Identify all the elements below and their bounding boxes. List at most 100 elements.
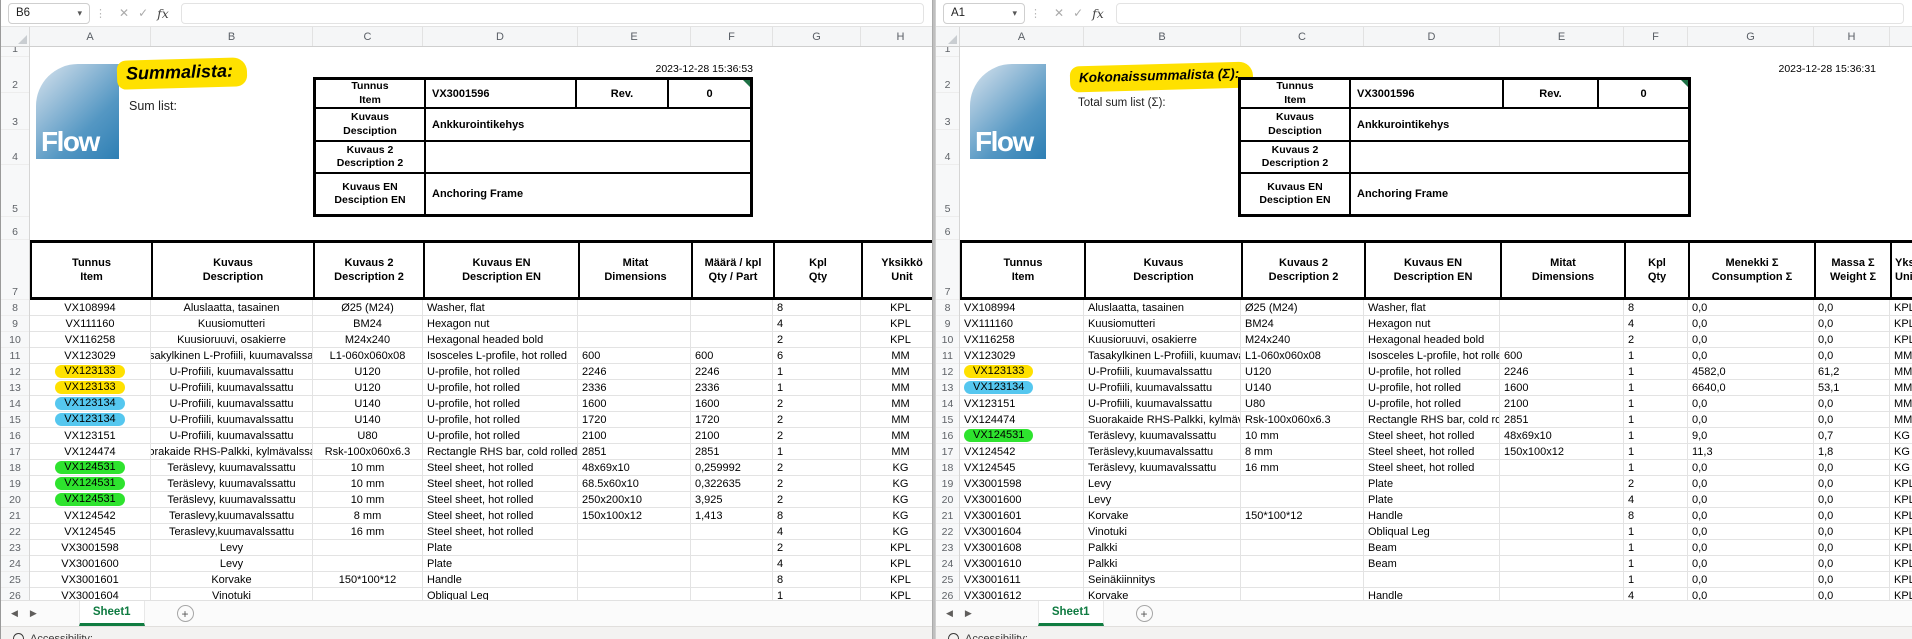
cell[interactable]: KPL xyxy=(1890,332,1912,348)
cell[interactable]: Plate xyxy=(423,556,578,572)
cell[interactable]: Teräslevy, kuumavalssattu xyxy=(151,476,313,492)
cell[interactable]: VX123133 xyxy=(960,364,1084,380)
cell[interactable]: Teräslevy, kuumavalssattu xyxy=(151,492,313,508)
cell[interactable]: Obliqual Leg xyxy=(423,588,578,600)
cell[interactable]: 1 xyxy=(773,380,861,396)
cell[interactable]: Ø25 (M24) xyxy=(313,300,423,316)
cell[interactable]: MM xyxy=(861,364,932,380)
cell[interactable] xyxy=(691,540,773,556)
cell[interactable]: 68.5x60x10 xyxy=(578,476,691,492)
column-letter-H[interactable]: H xyxy=(861,27,933,46)
cell[interactable]: 1600 xyxy=(1500,380,1624,396)
row-number-18[interactable]: 18 xyxy=(1,460,29,476)
cell[interactable]: KG xyxy=(861,476,932,492)
cell[interactable] xyxy=(578,588,691,600)
cell[interactable]: 1 xyxy=(1624,556,1688,572)
row-number-2[interactable]: 2 xyxy=(936,57,959,93)
cell[interactable] xyxy=(578,300,691,316)
cell[interactable]: 150x100x12 xyxy=(578,508,691,524)
cell[interactable]: VX116258 xyxy=(30,332,151,348)
column-letter-C[interactable]: C xyxy=(313,27,423,46)
cell[interactable]: 1 xyxy=(773,364,861,380)
cell[interactable] xyxy=(1241,540,1364,556)
cell[interactable]: 0,0 xyxy=(1688,460,1814,476)
row-number-14[interactable]: 14 xyxy=(1,396,29,412)
cell[interactable]: VX123133 xyxy=(30,380,151,396)
cell[interactable]: U-Profiili, kuumavalssattu xyxy=(1084,396,1241,412)
cell[interactable]: VX108994 xyxy=(30,300,151,316)
cell[interactable] xyxy=(1500,332,1624,348)
cell[interactable]: 10 mm xyxy=(313,492,423,508)
cell[interactable]: 8 xyxy=(773,572,861,588)
cell[interactable]: Washer, flat xyxy=(423,300,578,316)
cell[interactable]: 48x69x10 xyxy=(578,460,691,476)
cell[interactable]: 0,0 xyxy=(1688,332,1814,348)
cell[interactable]: 2 xyxy=(773,332,861,348)
cell[interactable]: Suorakaide RHS-Palkki, kylmävalssattu xyxy=(151,444,313,460)
header-cell[interactable]: Kpl Qty xyxy=(775,243,863,297)
cell[interactable]: KPL xyxy=(861,540,932,556)
row-number-10[interactable]: 10 xyxy=(936,332,959,348)
cell[interactable]: 1 xyxy=(1624,444,1688,460)
cell[interactable]: VX124545 xyxy=(960,460,1084,476)
row-number-24[interactable]: 24 xyxy=(936,556,959,572)
header-cell[interactable]: Menekki Σ Consumption Σ xyxy=(1690,243,1816,297)
cell[interactable]: 8 mm xyxy=(1241,444,1364,460)
row-number-7[interactable]: 7 xyxy=(1,240,29,300)
cell[interactable]: Rectangle RHS bar, cold rolled xyxy=(423,444,578,460)
cell[interactable] xyxy=(1500,524,1624,540)
cell[interactable]: MM xyxy=(861,428,932,444)
cell[interactable]: Isosceles L-profile, hot rolled xyxy=(1364,348,1500,364)
cell[interactable]: Seinäkiinnitys xyxy=(1084,572,1241,588)
row-number-19[interactable]: 19 xyxy=(1,476,29,492)
cell[interactable]: Steel sheet, hot rolled xyxy=(423,524,578,540)
row-number-4[interactable]: 4 xyxy=(1,130,29,165)
cell[interactable]: 2 xyxy=(773,396,861,412)
column-letter-F[interactable]: F xyxy=(691,27,773,46)
cell[interactable]: 4 xyxy=(773,524,861,540)
cell[interactable]: 1 xyxy=(1624,412,1688,428)
cell[interactable]: 1 xyxy=(1624,572,1688,588)
cell[interactable] xyxy=(578,556,691,572)
cell[interactable]: L1-060x060x08 xyxy=(313,348,423,364)
cell[interactable]: 2100 xyxy=(691,428,773,444)
row-number-13[interactable]: 13 xyxy=(1,380,29,396)
cell[interactable]: KPL xyxy=(861,316,932,332)
row-number-18[interactable]: 18 xyxy=(936,460,959,476)
cell[interactable]: U120 xyxy=(1241,364,1364,380)
cell[interactable]: MM xyxy=(1890,364,1912,380)
cell[interactable]: 4 xyxy=(773,316,861,332)
row-number-19[interactable]: 19 xyxy=(936,476,959,492)
header-cell[interactable]: Mitat Dimensions xyxy=(1502,243,1626,297)
cell[interactable]: VX124545 xyxy=(30,524,151,540)
cell[interactable]: 1600 xyxy=(578,396,691,412)
cell[interactable]: 0,0 xyxy=(1688,508,1814,524)
cell[interactable]: Hexagon nut xyxy=(423,316,578,332)
cell[interactable] xyxy=(578,572,691,588)
row-number-5[interactable]: 5 xyxy=(1,165,29,217)
cell[interactable]: 8 mm xyxy=(313,508,423,524)
cell[interactable]: U-profile, hot rolled xyxy=(423,364,578,380)
cell[interactable]: MM xyxy=(861,412,932,428)
cell[interactable]: U140 xyxy=(1241,380,1364,396)
cell[interactable]: 1 xyxy=(1624,540,1688,556)
cell[interactable]: 2 xyxy=(1624,476,1688,492)
cell[interactable]: 53,1 xyxy=(1814,380,1890,396)
cell[interactable]: Plate xyxy=(1364,492,1500,508)
cell[interactable]: Hexagonal headed bold xyxy=(1364,332,1500,348)
cell[interactable]: KG xyxy=(861,460,932,476)
cell[interactable]: L1-060x060x08 xyxy=(1241,348,1364,364)
cell[interactable]: VX3001601 xyxy=(960,508,1084,524)
row-number-23[interactable]: 23 xyxy=(1,540,29,556)
cell[interactable]: Isosceles L-profile, hot rolled xyxy=(423,348,578,364)
cell[interactable]: MM xyxy=(1890,348,1912,364)
cell[interactable]: MM xyxy=(1890,380,1912,396)
cell[interactable]: KG xyxy=(861,508,932,524)
cell[interactable]: 2 xyxy=(773,412,861,428)
row-number-14[interactable]: 14 xyxy=(936,396,959,412)
row-number-17[interactable]: 17 xyxy=(1,444,29,460)
row-number-21[interactable]: 21 xyxy=(936,508,959,524)
row-number-8[interactable]: 8 xyxy=(936,300,959,316)
row-number-2[interactable]: 2 xyxy=(1,57,29,93)
info-value-rev[interactable]: 0 xyxy=(668,79,751,108)
